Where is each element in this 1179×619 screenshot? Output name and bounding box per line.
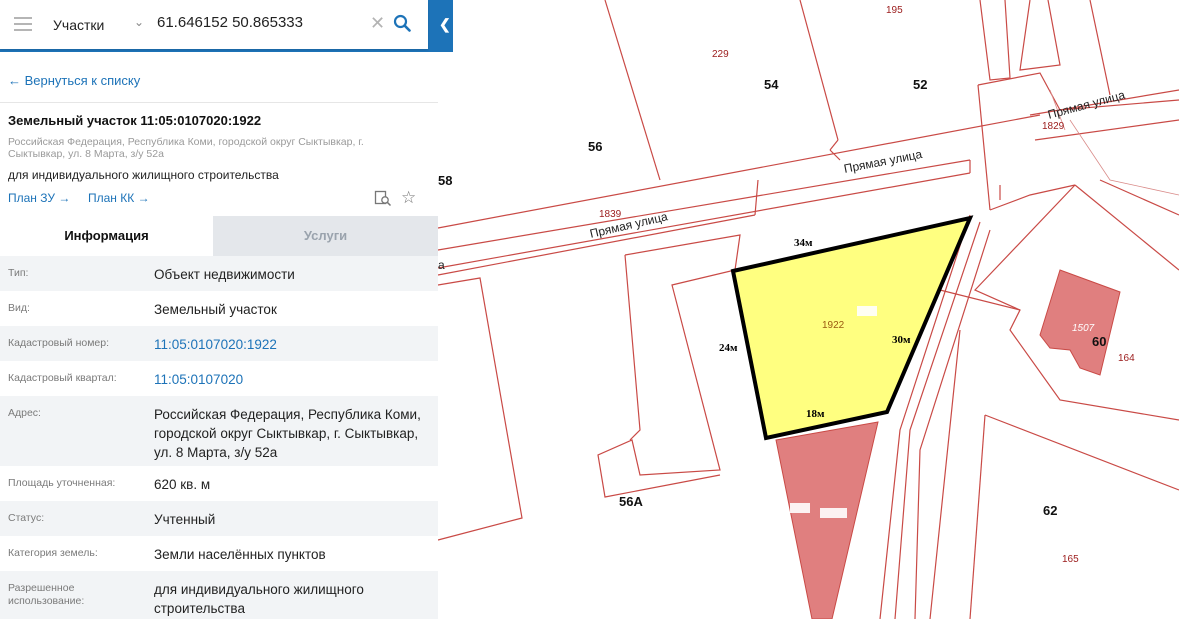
label-mask [790, 503, 810, 513]
row-label: Статус: [8, 512, 45, 524]
block-label: 62 [1043, 503, 1058, 518]
favorite-star-icon[interactable]: ☆ [401, 188, 416, 208]
dimension-label: 24м [719, 342, 738, 354]
info-row: Кадастровый номер: 11:05:0107020:1922 [0, 326, 438, 361]
street-label-fragment: а [438, 258, 445, 272]
street-line [977, 84, 991, 211]
parcel-boundary [624, 254, 641, 441]
search-icon[interactable] [393, 14, 411, 37]
dimension-label: 30м [892, 334, 911, 346]
parcel-boundary [1074, 184, 1179, 271]
cadastral-quarter-link[interactable]: 11:05:0107020 [154, 370, 424, 389]
row-label: Вид: [8, 302, 30, 314]
parcel-boundary [1099, 179, 1179, 216]
tab-services[interactable]: Услуги [213, 216, 438, 256]
parcel-number: 229 [712, 49, 729, 60]
row-label: Разрешенное использование: [8, 582, 85, 607]
dimension-label: 18м [806, 408, 825, 420]
parcel-purpose: для индивидуального жилищного строительс… [8, 168, 279, 182]
row-label: Кадастровый квартал: [8, 372, 117, 384]
parcel-boundary [604, 0, 661, 181]
parcel-boundary [984, 414, 1179, 491]
parcel-number: 195 [886, 5, 903, 16]
info-table: Тип: Объект недвижимости Вид: Земельный … [0, 256, 438, 619]
parcel-boundary [799, 0, 839, 141]
clear-icon[interactable]: ✕ [370, 13, 385, 34]
info-row: Категория земель: Земли населённых пункт… [0, 536, 438, 571]
row-label: Кадастровый номер: [8, 337, 110, 349]
row-value: Объект недвижимости [154, 267, 295, 282]
parcel-boundary [969, 414, 986, 619]
parcel-number: 1829 [1042, 121, 1065, 132]
layer-select[interactable]: Участки [53, 17, 104, 33]
plan-kk-link[interactable]: План КК → [88, 191, 150, 205]
info-row: Адрес: Российская Федерация, Республика … [0, 396, 438, 466]
row-value: Учтенный [154, 512, 216, 527]
dimension-label: 34м [794, 237, 813, 249]
row-value: Земли населённых пунктов [154, 547, 326, 562]
block-label: 52 [913, 77, 928, 92]
search-box: Участки ⌄ ✕ [0, 0, 428, 49]
label-mask [857, 306, 877, 316]
parcel-boundary [754, 179, 759, 216]
row-value: 620 кв. м [154, 477, 211, 492]
block-label: 58 [438, 173, 453, 188]
row-label: Категория земель: [8, 547, 98, 559]
document-search-icon[interactable] [374, 189, 392, 212]
parcel-boundary [1089, 0, 1111, 96]
tab-information[interactable]: Информация [0, 216, 213, 256]
info-row: Вид: Земельный участок [0, 291, 438, 326]
info-panel: ← Вернуться к списку Земельный участок 1… [0, 0, 438, 619]
info-row: Разрешенное использование: для индивидуа… [0, 571, 438, 619]
parcel-number: 1839 [599, 209, 622, 220]
search-bar: Участки ⌄ ✕ ❮ [0, 0, 453, 52]
parcel-boundary [989, 184, 1076, 211]
label-mask [820, 508, 847, 518]
row-label: Адрес: [8, 407, 41, 419]
selected-parcel-number: 1922 [822, 320, 845, 331]
aux-line [1069, 119, 1179, 196]
info-row: Тип: Объект недвижимости [0, 256, 438, 291]
street-line [437, 114, 1041, 229]
parcel-address-summary: Российская Федерация, Республика Коми, г… [8, 136, 364, 160]
street-line [437, 214, 756, 276]
menu-icon[interactable] [14, 17, 32, 31]
parcel-number: 165 [1062, 554, 1079, 565]
collapse-panel-icon[interactable]: ❮ [439, 16, 451, 33]
info-row: Площадь уточненная: 620 кв. м [0, 466, 438, 501]
row-value: для индивидуального жилищного строительс… [154, 582, 364, 616]
row-label: Тип: [8, 267, 29, 279]
coordinates-search-input[interactable] [157, 14, 357, 31]
parcel-boundary [597, 234, 741, 498]
block-label: 56 [588, 139, 603, 154]
block-label: 54 [764, 77, 779, 92]
parcel-title: Земельный участок 11:05:0107020:1922 [8, 113, 262, 128]
cadastral-number-link[interactable]: 11:05:0107020:1922 [154, 335, 424, 354]
parcel-number: 164 [1118, 353, 1135, 364]
block-label: 60 [1092, 334, 1107, 349]
info-row: Статус: Учтенный [0, 501, 438, 536]
divider [0, 102, 438, 103]
parcel-boundary [437, 277, 523, 541]
parcel-boundary [1019, 0, 1061, 71]
parcel-boundary [829, 149, 841, 161]
building-parcel [775, 421, 879, 619]
row-label: Площадь уточненная: [8, 477, 116, 489]
row-value: Земельный участок [154, 302, 277, 317]
building-number: 1507 [1072, 323, 1095, 334]
parcel-boundary [829, 139, 839, 151]
chevron-down-icon[interactable]: ⌄ [134, 15, 144, 29]
info-row: Кадастровый квартал: 11:05:0107020 [0, 361, 438, 396]
block-label: 56А [619, 494, 643, 509]
back-to-list-link[interactable]: ← Вернуться к списку [8, 73, 140, 88]
row-value: Российская Федерация, Республика Коми, г… [154, 407, 421, 460]
plan-zu-link[interactable]: План ЗУ → [8, 191, 70, 205]
parcel-boundary [979, 0, 1011, 81]
